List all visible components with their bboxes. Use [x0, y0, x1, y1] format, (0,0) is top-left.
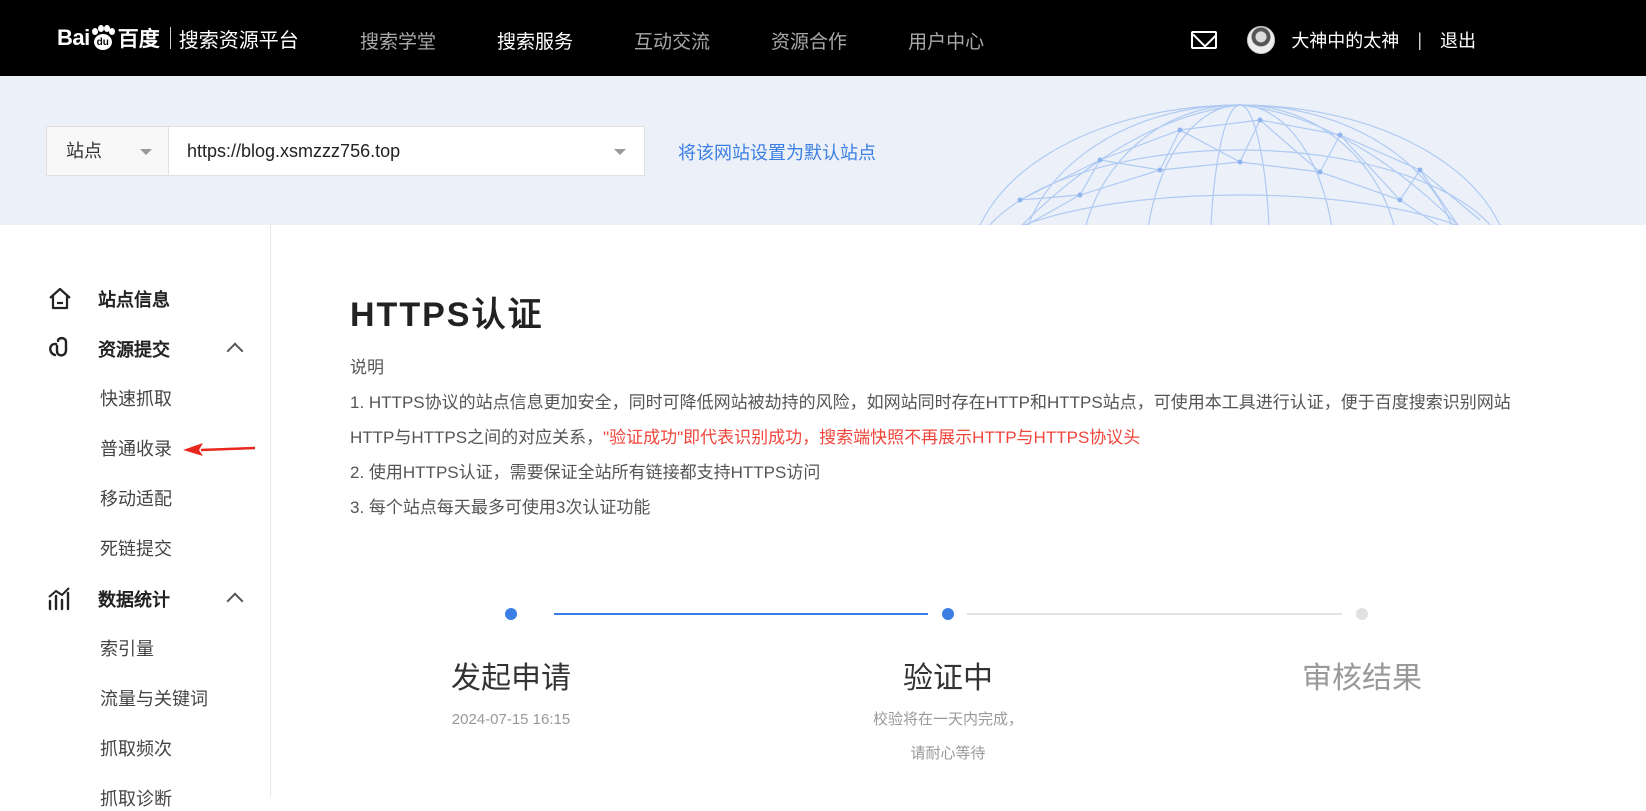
sidebar-item-normal-index[interactable]: 普通收录	[100, 435, 172, 461]
nav-interaction[interactable]: 互动交流	[634, 28, 710, 58]
chevron-up-icon[interactable]	[226, 592, 244, 610]
step-2-title: 验证中	[903, 662, 993, 695]
description-block: 说明 1. HTTPS协议的站点信息更加安全，同时可降低网站被劫持的风险，如网站…	[350, 350, 1550, 525]
step-2-dot	[942, 608, 954, 620]
sidebar-item-crawl-frequency[interactable]: 抓取频次	[100, 735, 172, 761]
link-submit-icon	[49, 336, 68, 357]
sidebar-item-crawl-diagnosis[interactable]: 抓取诊断	[100, 785, 172, 811]
nav-resource-cooperation[interactable]: 资源合作	[771, 28, 847, 58]
username[interactable]: 大神中的太神	[1291, 27, 1399, 53]
home-icon	[49, 287, 71, 310]
logo-divider	[169, 27, 171, 49]
step-3-title: 审核结果	[1302, 662, 1422, 695]
step-2-note-2: 请耐心等待	[910, 745, 986, 762]
logo-bai-text: Bai	[57, 25, 90, 50]
platform-name: 搜索资源平台	[178, 29, 299, 52]
nav-search-academy[interactable]: 搜索学堂	[360, 28, 436, 58]
site-type-value: 站点	[66, 141, 102, 161]
step-2-connector	[967, 613, 1342, 615]
step-1-title: 发起申请	[451, 662, 571, 695]
step-1-time: 2024-07-15 16:15	[451, 711, 571, 728]
description-line-1a: 1. HTTPS协议的站点信息更加安全，同时可降低网站被劫持的风险，如网站同时存…	[350, 393, 1511, 412]
top-navbar: Bai du 百度 搜索资源平台 搜索学堂 搜索服务 互动交流 资源合作 用户中…	[0, 0, 1646, 76]
globe-mesh-decoration	[979, 104, 1501, 225]
sidebar: 站点信息 资源提交 快速抓取 普通收录 移动适配 死链提交 数据统计 索引量 流…	[0, 225, 271, 809]
page-title: HTTPS认证	[350, 296, 544, 334]
sidebar-group-data-stats[interactable]: 数据统计	[46, 584, 170, 614]
sidebar-item-site-info[interactable]: 站点信息	[46, 284, 170, 314]
user-area: 大神中的太神 | 退出	[1191, 24, 1476, 56]
site-type-select[interactable]: 站点	[46, 126, 169, 176]
sidebar-item-fast-crawl[interactable]: 快速抓取	[100, 385, 172, 411]
description-line-3: 3. 每个站点每天最多可使用3次认证功能	[350, 498, 651, 517]
description-text: HTTP与HTTPS之间的对应关系，	[350, 428, 604, 447]
step-1-dot	[505, 608, 517, 620]
sidebar-group-resource-submit[interactable]: 资源提交	[46, 334, 170, 364]
baidu-paw-icon: du	[91, 25, 115, 51]
chevron-down-icon	[140, 149, 152, 155]
baidu-logo[interactable]: Bai du 百度 搜索资源平台	[57, 18, 299, 58]
logo-du-text: du	[93, 34, 112, 50]
sidebar-item-index-count[interactable]: 索引量	[100, 635, 154, 661]
site-banner: 站点 https://blog.xsmzzz756.top 将该网站设置为默认站…	[0, 76, 1646, 225]
red-arrow-annotation	[183, 443, 255, 456]
nav-user-center[interactable]: 用户中心	[908, 28, 984, 58]
chevron-up-icon[interactable]	[226, 342, 244, 360]
sidebar-item-dead-link[interactable]: 死链提交	[100, 535, 172, 561]
sidebar-item-label: 数据统计	[98, 590, 170, 610]
mail-icon[interactable]	[1191, 31, 1218, 49]
site-url-select[interactable]: https://blog.xsmzzz756.top	[168, 126, 645, 176]
chevron-down-icon	[614, 149, 626, 155]
nav-search-service[interactable]: 搜索服务	[497, 28, 573, 58]
main-nav: 搜索学堂 搜索服务 互动交流 资源合作 用户中心	[360, 28, 1045, 58]
sidebar-item-label: 站点信息	[98, 290, 170, 310]
sidebar-item-label: 资源提交	[98, 340, 170, 360]
chart-icon	[48, 587, 70, 611]
description-warning-text: "验证成功"即代表识别成功，搜索端快照不再展示HTTP与HTTPS协议头	[603, 428, 1141, 447]
step-1-connector	[554, 613, 928, 615]
set-default-site-link[interactable]: 将该网站设置为默认站点	[678, 139, 876, 165]
sidebar-item-traffic-keywords[interactable]: 流量与关键词	[100, 685, 208, 711]
avatar[interactable]	[1247, 26, 1276, 54]
step-2-note: 校验将在一天内完成，	[872, 711, 1023, 728]
step-3-dot	[1356, 608, 1368, 620]
description-heading: 说明	[350, 358, 384, 377]
user-separator: |	[1417, 29, 1422, 50]
logout-link[interactable]: 退出	[1440, 27, 1476, 53]
logo-baidu-text: 百度	[117, 28, 160, 51]
main-content: HTTPS认证 说明 1. HTTPS协议的站点信息更加安全，同时可降低网站被劫…	[272, 225, 1646, 796]
site-url-value: https://blog.xsmzzz756.top	[187, 141, 401, 161]
description-line-1b: HTTP与HTTPS之间的对应关系，"验证成功"即代表识别成功，搜索端快照不再展…	[350, 420, 1550, 455]
description-line-2: 2. 使用HTTPS认证，需要保证全站所有链接都支持HTTPS访问	[350, 463, 821, 482]
sidebar-item-mobile-adapt[interactable]: 移动适配	[100, 485, 172, 511]
